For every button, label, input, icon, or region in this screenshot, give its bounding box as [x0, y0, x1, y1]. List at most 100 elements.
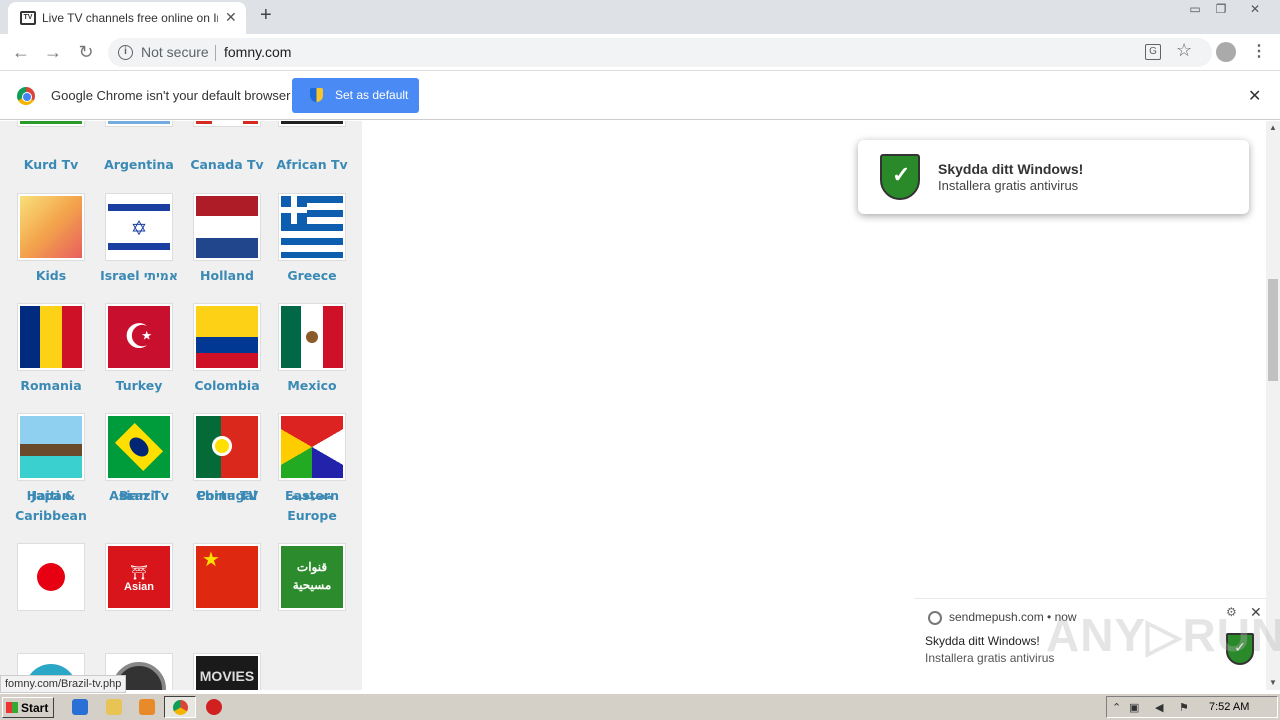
channel-tile-china[interactable]: ★ [193, 543, 261, 611]
flag-icon[interactable]: ⚑ [1179, 701, 1189, 714]
channel-label-line: Colombia [194, 378, 260, 393]
antivirus-popup[interactable]: ✓ Skydda ditt Windows! Installera gratis… [858, 140, 1249, 214]
channel-tile-turkey[interactable]: ☪ [105, 303, 173, 371]
channel-label-line: مسيحية [291, 489, 333, 502]
channel-label-line: Europe [287, 508, 337, 523]
reload-icon[interactable]: ↻ [74, 40, 98, 64]
network-icon[interactable]: ▣ [1129, 701, 1139, 714]
volume-icon[interactable]: ◀ [1155, 701, 1163, 714]
kids-flag-image [20, 196, 82, 258]
channel-tile-europe[interactable] [278, 413, 346, 481]
popup-title: Skydda ditt Windows! [938, 161, 1084, 177]
stop-icon[interactable] [206, 699, 222, 715]
address-bar[interactable]: i Not secure fomny.com G ☆ [108, 38, 1212, 67]
menu-dots-icon[interactable]: ⋮ [1251, 41, 1267, 61]
checkmark-icon: ✓ [892, 162, 911, 187]
kurd-flag-image [20, 121, 82, 124]
channel-label-arabic[interactable]: مسيحية [268, 486, 356, 506]
set-as-default-button[interactable]: Set as default [292, 78, 419, 113]
clock[interactable]: 7:52 AM [1209, 701, 1249, 713]
uac-shield-icon [310, 88, 323, 102]
mexico-flag-image [281, 306, 343, 368]
channel-label-mexico[interactable]: Mexico [268, 376, 356, 396]
channel-label-kurd[interactable]: Kurd Tv [7, 155, 95, 175]
movies-flag-image: MOVIES [196, 656, 258, 690]
channel-tile-asian[interactable]: ⛩ Asian [105, 543, 173, 611]
channel-tile-romania[interactable] [17, 303, 85, 371]
channel-tile-arabic[interactable]: قنوات مسيحية [278, 543, 346, 611]
channel-label-line: African Tv [276, 157, 348, 172]
channel-tile-holland[interactable] [193, 193, 261, 261]
channel-tile-mexico[interactable] [278, 303, 346, 371]
scroll-thumb[interactable] [1268, 279, 1278, 381]
channel-tile-kids[interactable] [17, 193, 85, 261]
windows-logo-icon [6, 702, 18, 713]
portugal-flag-image [196, 416, 258, 478]
scroll-down-arrow-icon[interactable]: ▼ [1269, 678, 1277, 687]
back-arrow-icon[interactable]: ← [9, 40, 33, 64]
notification-body: Installera gratis antivirus [925, 651, 1055, 665]
infobar-message: Google Chrome isn't your default browser [51, 88, 291, 103]
scroll-up-arrow-icon[interactable]: ▲ [1269, 123, 1277, 132]
china-flag-image: ★ [196, 546, 258, 608]
status-bar-url: fomny.com/Brazil-tv.php [0, 675, 127, 693]
channel-tile-greece[interactable] [278, 193, 346, 261]
channel-tile-japan[interactable] [17, 543, 85, 611]
channel-tile-portugal[interactable] [193, 413, 261, 481]
start-label: Start [21, 701, 49, 715]
channel-tile-kurd[interactable] [17, 121, 85, 127]
channel-tile-colombia[interactable] [193, 303, 261, 371]
channel-tile-argentina[interactable] [105, 121, 173, 127]
channel-label-japan[interactable]: Japan [7, 486, 95, 506]
minimize-button[interactable]: ▭ [1184, 1, 1206, 17]
close-window-button[interactable]: ✕ [1244, 1, 1266, 17]
channel-label-romania[interactable]: Romania [7, 376, 95, 396]
channel-tile-canada[interactable]: ✦ [193, 121, 261, 127]
popup-subtitle: Installera gratis antivirus [938, 178, 1079, 193]
start-button[interactable]: Start [2, 697, 54, 718]
forward-arrow-icon[interactable]: → [41, 40, 65, 64]
channel-label-turkey[interactable]: Turkey [95, 376, 183, 396]
channel-label-holland[interactable]: Holland [183, 266, 271, 286]
channel-label-line: Holland [200, 268, 254, 283]
channel-tile-movies[interactable]: MOVIES [193, 653, 261, 690]
system-tray: ⌃ ▣ ◀ ⚑ 7:52 AM [1106, 696, 1278, 718]
channel-label-asian[interactable]: Asian Tv [95, 486, 183, 506]
channel-label-china[interactable]: China TV [183, 486, 271, 506]
channel-label-africa[interactable]: African Tv [268, 155, 356, 175]
channel-label-israel[interactable]: Israel אמיתי [95, 266, 183, 286]
channel-tile-brazil[interactable] [105, 413, 173, 481]
close-tab-icon[interactable]: ✕ [225, 9, 237, 26]
new-tab-button[interactable]: + [260, 4, 272, 27]
media-player-icon[interactable] [139, 699, 155, 715]
chevron-up-icon[interactable]: ⌃ [1112, 701, 1121, 714]
channel-label-line: Argentina [104, 157, 174, 172]
turkey-flag-image: ☪ [108, 306, 170, 368]
translate-icon[interactable]: G [1145, 44, 1161, 60]
channel-label-line: Romania [20, 378, 82, 393]
channel-tile-haiti[interactable] [17, 413, 85, 481]
channel-label-canada[interactable]: Canada Tv [183, 155, 271, 175]
channel-label-colombia[interactable]: Colombia [183, 376, 271, 396]
url-text[interactable]: fomny.com [224, 44, 291, 60]
tab-title: Live TV channels free online on Internet [42, 11, 218, 25]
info-icon[interactable]: i [118, 45, 133, 60]
star-icon[interactable]: ☆ [1176, 40, 1192, 61]
folder-icon[interactable] [106, 699, 122, 715]
close-infobar-icon[interactable]: ✕ [1248, 86, 1261, 106]
maximize-button[interactable]: ❐ [1210, 1, 1232, 17]
argentina-flag-image [108, 121, 170, 124]
profile-avatar-icon[interactable] [1216, 42, 1236, 62]
scrollbar[interactable]: ▲ ▼ [1266, 121, 1280, 690]
channel-label-kids[interactable]: Kids [7, 266, 95, 286]
channel-label-line: Greece [287, 268, 337, 283]
ie-icon[interactable] [72, 699, 88, 715]
browser-tab[interactable]: TV Live TV channels free online on Inter… [8, 2, 246, 34]
chrome-taskbar-button[interactable] [164, 696, 196, 718]
channel-tile-africa[interactable]: AFRICA [278, 121, 346, 127]
channel-label-greece[interactable]: Greece [268, 266, 356, 286]
channel-label-argentina[interactable]: Argentina [95, 155, 183, 175]
greece-flag-image [281, 196, 343, 258]
notification-title: Skydda ditt Windows! [925, 634, 1040, 648]
channel-tile-israel[interactable]: ✡ [105, 193, 173, 261]
